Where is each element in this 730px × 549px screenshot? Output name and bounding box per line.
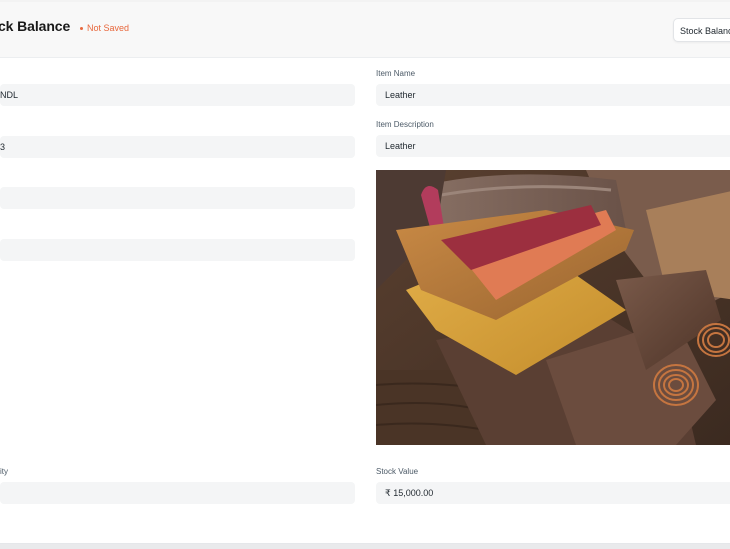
item-name-input[interactable]: Leather xyxy=(376,84,730,106)
left-field-4-input[interactable] xyxy=(0,239,355,261)
quantity-field: ity xyxy=(0,466,355,504)
item-name-field: Item Name Leather xyxy=(376,68,730,106)
left-field-1: NDL xyxy=(0,84,355,106)
left-field-3-input[interactable] xyxy=(0,187,355,209)
bottom-divider xyxy=(0,544,730,549)
stock-balance-form: ck Balance Not Saved Stock Balance NDL 3… xyxy=(0,2,730,544)
status-text: Not Saved xyxy=(87,23,130,33)
stock-value-label: Stock Value xyxy=(376,467,419,476)
status-dot-icon xyxy=(80,26,83,30)
item-description-field: Item Description Leather xyxy=(376,119,730,157)
item-description-input[interactable]: Leather xyxy=(376,135,730,157)
left-field-4 xyxy=(0,239,355,261)
stock-value-field: Stock Value ₹ 15,000.00 xyxy=(376,466,730,504)
quantity-label: ity xyxy=(0,467,8,476)
stock-balance-button[interactable]: Stock Balance xyxy=(673,18,730,42)
left-field-2-input[interactable]: 3 xyxy=(0,136,355,158)
quantity-input[interactable] xyxy=(0,482,355,504)
item-image xyxy=(376,170,730,445)
stock-value-input[interactable]: ₹ 15,000.00 xyxy=(376,482,730,504)
page-header: ck Balance Not Saved Stock Balance xyxy=(0,2,730,58)
page-title: ck Balance xyxy=(0,18,71,34)
left-field-2: 3 xyxy=(0,136,355,158)
item-description-label: Item Description xyxy=(376,120,434,129)
left-field-1-input[interactable]: NDL xyxy=(0,84,355,106)
left-field-3 xyxy=(0,187,355,209)
leather-swatches-photo xyxy=(376,170,730,445)
item-name-label: Item Name xyxy=(376,69,416,78)
status-indicator: Not Saved xyxy=(80,23,129,33)
